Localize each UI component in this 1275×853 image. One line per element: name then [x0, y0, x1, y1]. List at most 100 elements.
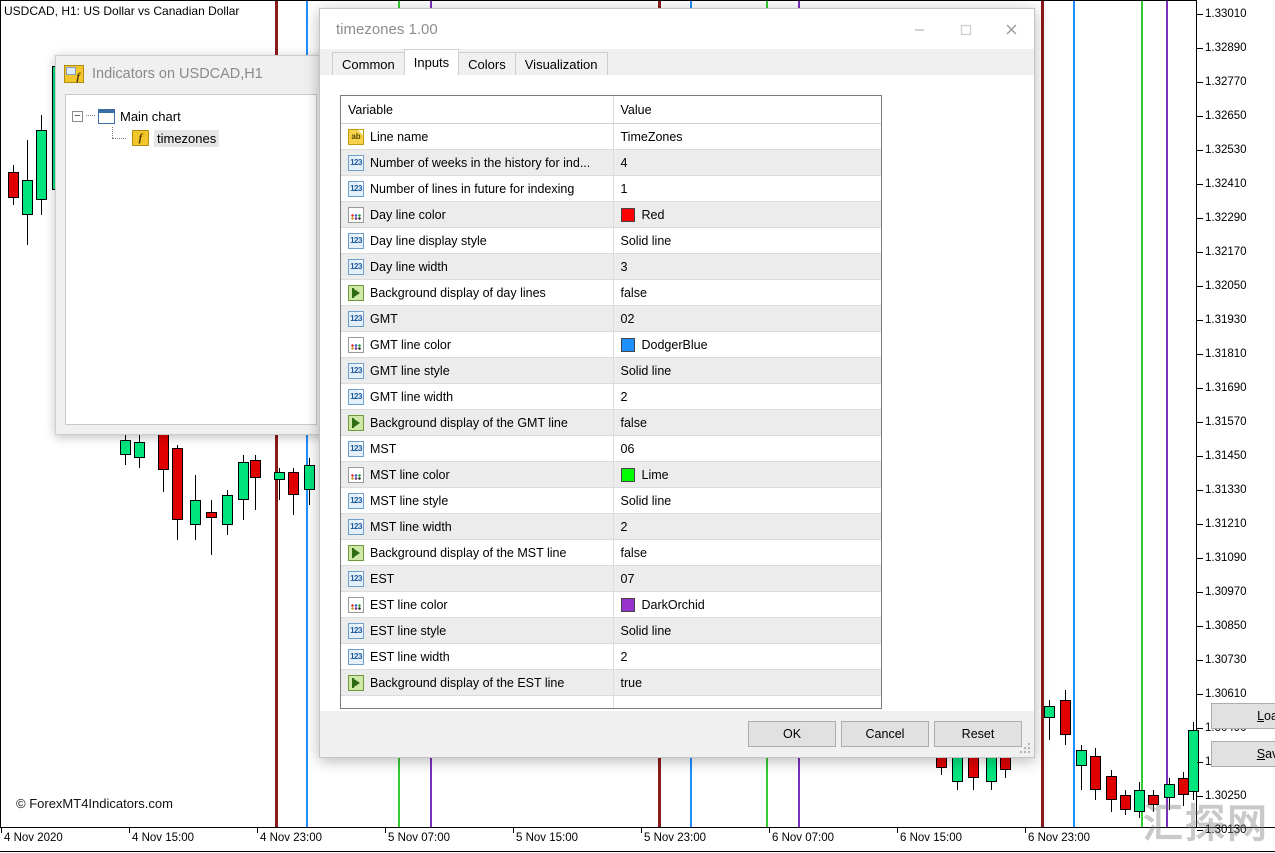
tree-item-main-chart[interactable]: − Main chart — [72, 105, 310, 127]
dialog-title: timezones 1.00 — [336, 20, 438, 38]
table-row[interactable]: 123 GMT line width 2 — [341, 383, 881, 410]
indicators-window[interactable]: Indicators on USDCAD,H1 − Main chart f t… — [55, 55, 327, 435]
table-row[interactable]: 123 MST line width 2 — [341, 513, 881, 540]
param-value-cell[interactable]: 2 — [613, 383, 881, 410]
table-row[interactable]: 123 GMT line style Solid line — [341, 357, 881, 384]
table-row[interactable]: Day line color Red — [341, 201, 881, 228]
table-row[interactable]: 123 Day line display style Solid line — [341, 227, 881, 254]
table-row[interactable]: 123 EST 07 — [341, 565, 881, 592]
indicator-properties-dialog[interactable]: timezones 1.00 Common Inputs Colors Visuali… — [319, 8, 1275, 767]
param-value-cell[interactable]: Solid line — [613, 357, 881, 384]
expander-icon[interactable]: − — [72, 110, 83, 122]
param-value-label: 02 — [620, 311, 635, 326]
resize-grip[interactable] — [1019, 742, 1031, 754]
param-variable-cell: 123 GMT line style — [341, 357, 614, 384]
tree-item-timezones[interactable]: f timezones — [72, 127, 310, 149]
param-value-cell[interactable]: 2 — [613, 643, 881, 670]
tab-visualization[interactable]: Visualization — [514, 52, 608, 75]
table-row[interactable]: Background display of the GMT line false — [341, 409, 881, 436]
table-row[interactable]: Background display of day lines false — [341, 279, 881, 306]
param-value-cell[interactable]: 4 — [613, 149, 881, 176]
price-tick — [1197, 116, 1203, 117]
param-value-cell[interactable]: DarkOrchid — [613, 591, 881, 618]
minimize-button[interactable] — [896, 9, 942, 49]
indicators-titlebar[interactable]: Indicators on USDCAD,H1 — [56, 56, 326, 92]
parameters-table[interactable]: Variable Value ab Line name TimeZones 123 Nu… — [340, 95, 882, 709]
price-tick — [1197, 14, 1203, 15]
reset-button[interactable]: Reset — [934, 721, 1022, 747]
table-row[interactable]: 123 Number of lines in future for indexin… — [341, 175, 881, 202]
close-button[interactable] — [988, 9, 1034, 49]
color-swatch — [620, 597, 635, 612]
param-value-cell[interactable]: 2 — [613, 513, 881, 540]
param-value-cell[interactable]: 06 — [613, 435, 881, 462]
candle-body — [1076, 750, 1087, 766]
table-row[interactable]: GMT line color DodgerBlue — [341, 331, 881, 358]
time-label: 5 Nov 07:00 — [388, 832, 451, 844]
load-button[interactable]: Load — [1211, 703, 1275, 729]
candle-body — [1044, 706, 1055, 718]
time-label: 4 Nov 2020 — [4, 832, 63, 844]
dialog-titlebar[interactable]: timezones 1.00 — [320, 9, 1034, 49]
tab-common[interactable]: Common — [332, 52, 405, 75]
price-tick — [1197, 558, 1203, 559]
param-variable-cell: Background display of the MST line — [341, 539, 614, 566]
table-row[interactable]: 123 GMT 02 — [341, 305, 881, 332]
param-value-cell[interactable]: DodgerBlue — [613, 331, 881, 358]
param-value-cell[interactable]: false — [613, 279, 881, 306]
param-value-label: 2 — [620, 519, 628, 534]
table-row[interactable]: Background display of the MST line false — [341, 539, 881, 566]
param-value-cell[interactable]: false — [613, 539, 881, 566]
dialog-tabs[interactable]: Common Inputs Colors Visualization — [320, 49, 1034, 75]
param-value-cell[interactable]: 3 — [613, 253, 881, 280]
tab-inputs[interactable]: Inputs — [403, 49, 460, 75]
param-value-cell[interactable]: true — [613, 669, 881, 696]
param-value-cell[interactable]: Lime — [613, 461, 881, 488]
maximize-button[interactable] — [942, 9, 988, 49]
param-value-cell[interactable]: 1 — [613, 175, 881, 202]
table-row[interactable]: Background display of the EST line true — [341, 669, 881, 696]
param-variable-cell: Background display of the EST line — [341, 669, 614, 696]
param-variable-cell: 123 EST line style — [341, 617, 614, 644]
time-label: 6 Nov 07:00 — [772, 832, 835, 844]
price-label: 1.32290 — [1205, 212, 1247, 224]
time-tick — [257, 827, 258, 833]
param-value-cell[interactable]: Solid line — [613, 617, 881, 644]
table-row[interactable]: MST line color Lime — [341, 461, 881, 488]
param-variable-cell: 123 GMT line width — [341, 383, 614, 410]
table-row[interactable]: 123 MST 06 — [341, 435, 881, 462]
indicator-tree[interactable]: − Main chart f timezones — [66, 95, 316, 159]
tree-connector — [86, 115, 95, 117]
time-tick — [641, 827, 642, 833]
param-variable-cell: 123 GMT — [341, 305, 614, 332]
table-row[interactable]: 123 Number of weeks in the history for in… — [341, 149, 881, 176]
table-row[interactable]: ab Line name TimeZones — [341, 123, 881, 150]
indicator-window-icon — [64, 65, 84, 83]
time-label: 5 Nov 15:00 — [516, 832, 579, 844]
ok-button[interactable]: OK — [748, 721, 836, 747]
param-value-cell[interactable]: 02 — [613, 305, 881, 332]
price-label: 1.32170 — [1205, 246, 1247, 258]
param-variable-label: MST — [370, 441, 397, 456]
save-button-label: ave — [1265, 747, 1275, 761]
cancel-button[interactable]: Cancel — [841, 721, 929, 747]
param-variable-label: Day line display style — [370, 233, 487, 248]
table-row[interactable]: 123 EST line width 2 — [341, 643, 881, 670]
param-value-cell[interactable]: 07 — [613, 565, 881, 592]
indicators-tree-panel[interactable]: − Main chart f timezones — [65, 94, 317, 425]
param-value-cell[interactable]: Solid line — [613, 227, 881, 254]
table-row[interactable]: 123 Day line width 3 — [341, 253, 881, 280]
tab-colors[interactable]: Colors — [458, 52, 516, 75]
table-row[interactable]: 123 MST line style Solid line — [341, 487, 881, 514]
save-button[interactable]: Save — [1211, 741, 1275, 767]
table-filler-row — [341, 695, 881, 708]
param-value-cell[interactable]: TimeZones — [613, 123, 881, 150]
timezone-vertical-line — [1041, 1, 1044, 827]
table-row[interactable]: EST line color DarkOrchid — [341, 591, 881, 618]
chart-copyright-label: © ForexMT4Indicators.com — [16, 796, 173, 811]
param-value-cell[interactable]: Solid line — [613, 487, 881, 514]
param-value-cell[interactable]: false — [613, 409, 881, 436]
price-tick — [1197, 286, 1203, 287]
param-value-cell[interactable]: Red — [613, 201, 881, 228]
table-row[interactable]: 123 EST line style Solid line — [341, 617, 881, 644]
